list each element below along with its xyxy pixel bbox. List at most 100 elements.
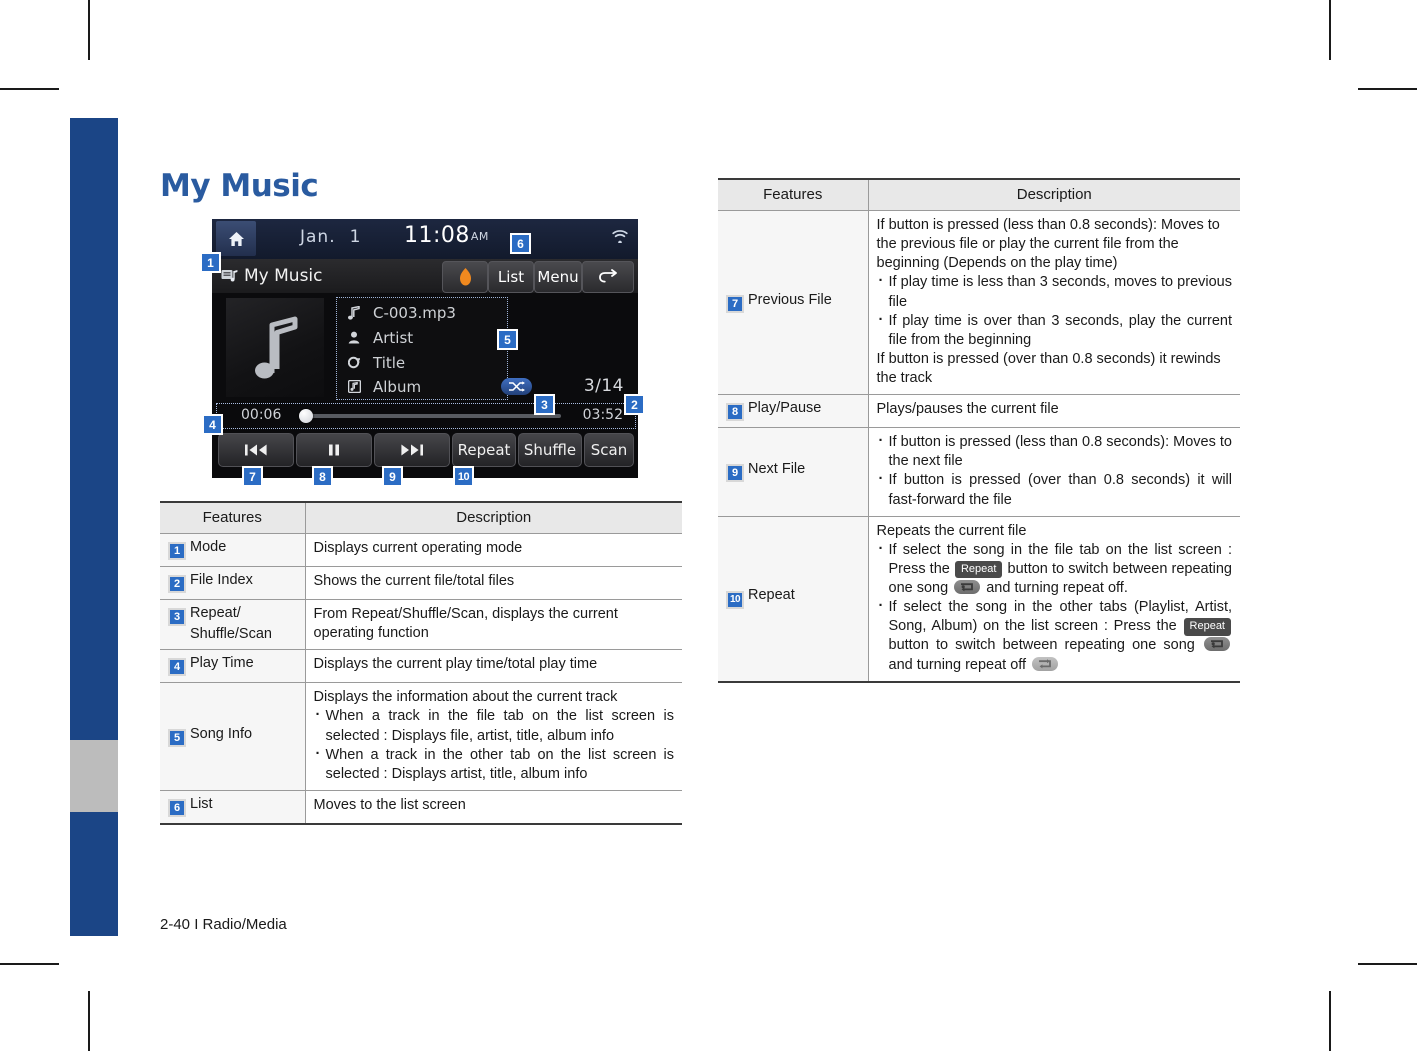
song-info-title-value: Title <box>373 353 406 372</box>
repeat-one-on-icon <box>954 580 981 594</box>
repeat-off-icon <box>1032 656 1059 671</box>
next-file-button[interactable] <box>374 433 450 467</box>
description-text: From Repeat/Shuffle/Scan, displays the c… <box>313 606 618 642</box>
table-header-row: Features Description <box>160 501 682 534</box>
callout-badge-2: 2 <box>624 394 645 415</box>
feature-cell-mode: 1 Mode <box>160 533 306 567</box>
crop-mark-top-right-vertical <box>1329 0 1331 60</box>
feature-cell-file-index: 2 File Index <box>160 566 306 600</box>
description-text: Moves to the list screen <box>313 796 466 813</box>
crop-mark-bottom-left-vertical <box>88 991 90 1051</box>
crop-mark-bottom-right-vertical <box>1329 991 1331 1051</box>
column-header-description: Description <box>868 178 1240 211</box>
column-header-description: Description <box>305 501 682 534</box>
table-row: 7 Previous File If button is pressed (les… <box>718 209 1240 396</box>
description-cell-repeat-shuffle-scan: From Repeat/Shuffle/Scan, displays the c… <box>305 598 682 651</box>
previous-file-button[interactable] <box>218 433 294 467</box>
progress-track[interactable] <box>303 414 561 418</box>
crop-mark-top-left-vertical <box>88 0 90 60</box>
sound-button[interactable] <box>442 261 488 293</box>
row-badge-3: 3 <box>168 608 186 626</box>
table-row: 10Repeat Repeats the current file If sel… <box>718 515 1240 683</box>
feature-cell-play-pause: 8 Play/Pause <box>718 394 869 429</box>
repeat-button[interactable]: Repeat <box>452 433 516 467</box>
menu-button[interactable]: Menu <box>534 261 582 293</box>
table-row: 6 List Moves to the list screen <box>160 789 682 825</box>
description-cell-mode: Displays current operating mode <box>305 533 682 567</box>
table-header-row: Features Description <box>718 178 1240 211</box>
song-info-row-album: Album <box>347 374 421 399</box>
description-cell-play-pause: Plays/pauses the current file <box>868 394 1240 429</box>
song-info-row-file: C-003.mp3 <box>347 300 456 325</box>
callout-badge-10: 10 <box>453 466 474 487</box>
status-date-month: Jan. <box>300 227 336 247</box>
feature-cell-list: 6 List <box>160 789 306 825</box>
row-badge-10: 10 <box>726 591 744 610</box>
description-text: If button is pressed (less than 0.8 seco… <box>876 217 1220 272</box>
feature-label-play-time: Play Time <box>190 655 254 672</box>
bullet-item: If play time is over than 3 seconds, pla… <box>877 311 1232 350</box>
callout-badge-7: 7 <box>242 466 263 487</box>
feature-cell-repeat: 10 Repeat <box>718 515 869 683</box>
callout-badge-8: 8 <box>312 466 333 487</box>
shuffle-icon <box>501 378 532 395</box>
feature-label-repeat-shuffle-scan-line1: Repeat/ <box>190 605 241 621</box>
callout-badge-3: 3 <box>534 394 555 415</box>
column-header-features: Features <box>718 178 869 211</box>
list-button[interactable]: List <box>488 261 534 293</box>
description-text: Displays the current play time/total pla… <box>313 656 598 673</box>
feature-cell-song-info: 5 Song Info <box>160 682 306 791</box>
repeat-one-on-icon <box>1204 637 1230 652</box>
description-cell-next-file: If button is pressed (less than 0.8 seco… <box>868 427 1240 517</box>
status-date-day: 1 <box>349 227 362 247</box>
feature-label-list: List <box>190 795 213 812</box>
table-row: 9Next File If button is pressed (less th… <box>718 427 1240 517</box>
chapter-spine <box>70 118 118 936</box>
page-footer: 2-40 I Radio/Media <box>160 916 287 933</box>
song-info-box: C-003.mp3 Artist Title Album <box>336 297 508 400</box>
description-cell-repeat: Repeats the current file If select the s… <box>868 515 1240 683</box>
home-icon[interactable] <box>216 221 256 256</box>
bullet-item: If button is pressed (over than 0.8 seco… <box>877 470 1232 509</box>
spine-segment-gray <box>70 740 118 812</box>
scan-button[interactable]: Scan <box>584 433 634 467</box>
song-info-file-value: C-003.mp3 <box>373 303 456 322</box>
spine-segment-blue-bottom <box>70 812 118 936</box>
status-clock: 11:08AM <box>404 223 489 248</box>
back-button[interactable] <box>582 261 634 293</box>
table-row: 8 Play/Pause Plays/pauses the current fil… <box>718 394 1240 429</box>
description-bullets-rich: If select the song in the file tab on th… <box>877 540 1232 675</box>
feature-cell-repeat-shuffle-scan: 3 Repeat/ Shuffle/Scan <box>160 598 306 651</box>
song-info-artist-value: Artist <box>373 328 414 347</box>
feature-label-repeat-shuffle-scan-line2: Shuffle/Scan <box>190 626 272 642</box>
file-note-icon <box>347 305 361 320</box>
description-cell-list: Moves to the list screen <box>305 789 682 825</box>
shuffle-button[interactable]: Shuffle <box>518 433 582 467</box>
row-badge-9: 9 <box>726 463 744 482</box>
row-badge-2: 2 <box>168 575 186 593</box>
album-icon <box>347 380 361 393</box>
progress-knob[interactable] <box>299 409 313 423</box>
play-pause-button[interactable] <box>296 433 372 467</box>
bullet-item: When a track in the other tab on the lis… <box>314 745 674 784</box>
description-bullets: If play time is less than 3 seconds, mov… <box>877 272 1232 350</box>
repeat-button-chip: Repeat <box>1183 618 1231 636</box>
wifi-icon <box>610 227 630 247</box>
feature-label-song-info: Song Info <box>190 725 253 742</box>
feature-label-repeat: Repeat <box>748 587 795 604</box>
description-cell-previous-file: If button is pressed (less than 0.8 seco… <box>868 209 1240 396</box>
song-info-row-title: Title <box>347 350 405 375</box>
crop-mark-top-left-horizontal <box>0 88 59 90</box>
bullet-item: If select the song in the file tab on th… <box>877 540 1232 598</box>
bullet-item: If select the song in the other tabs (Pl… <box>877 597 1232 675</box>
album-art <box>226 298 324 397</box>
elapsed-time: 00:06 <box>241 407 282 423</box>
features-table-right: Features Description 7 Previous File If b… <box>718 178 1240 683</box>
row-badge-8: 8 <box>726 403 744 422</box>
play-time-bar[interactable]: 00:06 03:52 <box>216 403 636 429</box>
status-clock-ampm: AM <box>470 230 489 243</box>
feature-cell-play-time: 4 Play Time <box>160 649 306 684</box>
file-index-value: 3/14 <box>583 376 624 396</box>
feature-label-mode: Mode <box>190 539 227 555</box>
row-badge-5: 5 <box>168 728 186 747</box>
